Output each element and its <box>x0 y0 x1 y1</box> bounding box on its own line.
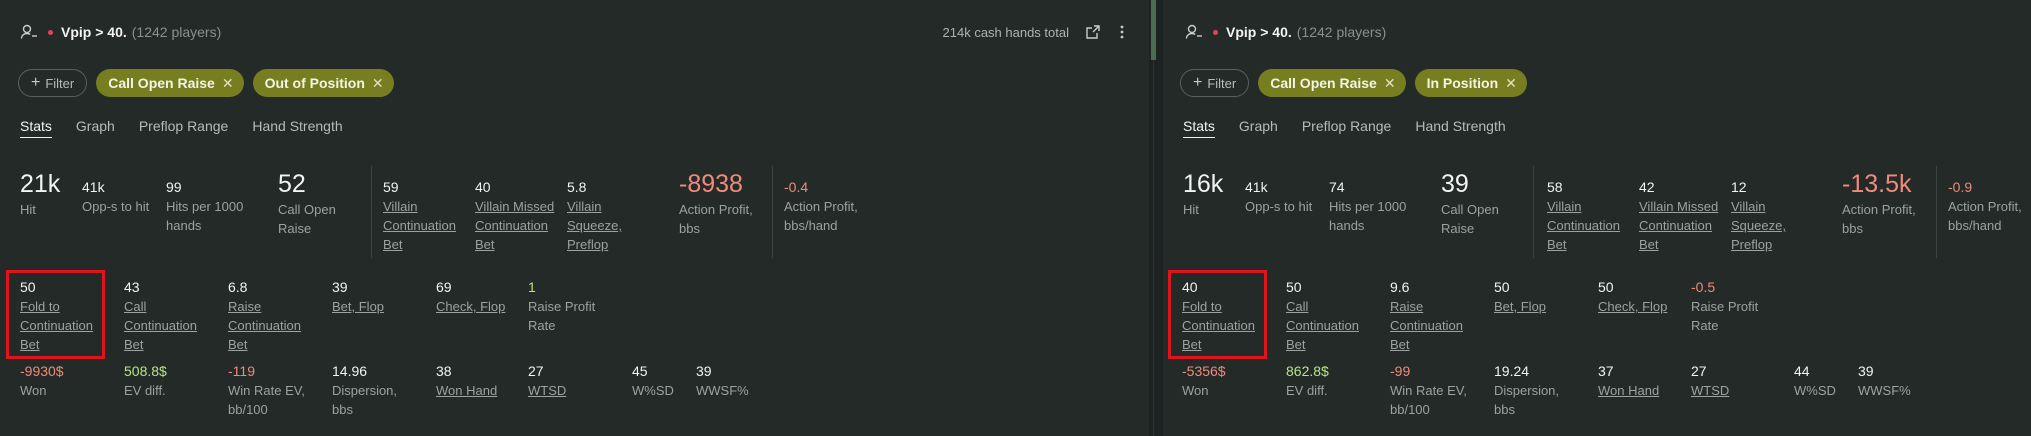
filter-label: Filter <box>1207 75 1237 91</box>
stat-ev-diff: 508.8$ EV diff. <box>124 363 167 398</box>
panel-header: Vpip > 40. (1242 players) <box>20 22 221 42</box>
filter-chips: + Filter Call Open Raise ✕ In Position ✕ <box>1180 69 1527 97</box>
divider <box>1533 166 1534 258</box>
stat-won-hand[interactable]: 38 Won Hand <box>436 362 516 400</box>
stat-w-sd: 45 W%SD <box>632 363 674 398</box>
chip-label: Call Open Raise <box>108 75 215 91</box>
panel-divider[interactable] <box>1149 0 1163 436</box>
stat-action-profit-bbs: -8938 Action Profit, bbs <box>679 170 753 236</box>
stat-win-rate-ev: -119 Win Rate EV, bb/100 <box>228 363 305 417</box>
stat-wtsd[interactable]: 27 WTSD <box>1691 362 1761 400</box>
divider-rule <box>1153 60 1154 436</box>
filter-chip[interactable]: Call Open Raise ✕ <box>1258 69 1406 97</box>
report-panel-right: Vpip > 40. (1242 players) + Filter Call O… <box>1163 0 2031 436</box>
external-link-icon[interactable] <box>1085 24 1101 40</box>
stat-dispersion: 14.96 Dispersion, bbs <box>332 363 398 417</box>
chip-label: Out of Position <box>264 75 365 91</box>
header-actions: 214k cash hands total <box>943 22 1129 42</box>
stat-wwsf: 39 WWSF% <box>696 363 749 398</box>
filter-chip[interactable]: Call Open Raise ✕ <box>96 69 244 97</box>
user-icon <box>1185 24 1202 39</box>
stat-call-continuation-bet[interactable]: 50 Call Continuation Bet <box>1286 278 1366 354</box>
divider <box>772 166 773 258</box>
stat-villain-missed-continuation-bet[interactable]: 40 Villain Missed Continuation Bet <box>475 178 560 254</box>
stat-won: -5356$ Won <box>1182 363 1226 398</box>
stat-fold-to-continuation-bet[interactable]: 40 Fold to Continuation Bet <box>1182 278 1262 354</box>
stat-wtsd[interactable]: 27 WTSD <box>528 362 598 400</box>
stat-call-continuation-bet[interactable]: 43 Call Continuation Bet <box>124 278 204 354</box>
report-title[interactable]: Vpip > 40. <box>61 24 127 40</box>
hands-total: 214k cash hands total <box>942 24 1069 40</box>
stat-hit: 16k Hit <box>1183 170 1224 217</box>
stat-bet-flop[interactable]: 50 Bet, Flop <box>1494 278 1574 316</box>
tab-graph[interactable]: Graph <box>76 118 115 138</box>
stat-bet-flop[interactable]: 39 Bet, Flop <box>332 278 412 316</box>
stat-raise-profit-rate: 1 Raise Profit Rate <box>528 279 596 333</box>
resize-handle[interactable] <box>1151 0 1156 60</box>
stat-villain-squeeze[interactable]: 5.8 Villain Squeeze, Preflop <box>567 178 637 254</box>
tab-bar: Stats Graph Preflop Range Hand Strength <box>1183 118 1506 138</box>
close-icon[interactable]: ✕ <box>372 75 384 92</box>
stat-won-hand[interactable]: 37 Won Hand <box>1598 362 1678 400</box>
divider <box>371 166 372 258</box>
stat-fold-to-continuation-bet[interactable]: 50 Fold to Continuation Bet <box>20 278 100 354</box>
stat-raise-profit-rate: -0.5 Raise Profit Rate <box>1691 279 1759 333</box>
stat-raise-continuation-bet[interactable]: 9.6 Raise Continuation Bet <box>1390 278 1470 354</box>
tab-stats[interactable]: Stats <box>20 118 52 138</box>
stat-opps-to-hit: 41k Opp-s to hit <box>1245 179 1313 214</box>
stat-call-open-raise: 39 Call Open Raise <box>1441 170 1499 236</box>
stat-action-profit-bbs-hand: -0.4 Action Profit, bbs/hand <box>784 179 858 233</box>
tab-hand-strength[interactable]: Hand Strength <box>252 118 342 138</box>
tab-bar: Stats Graph Preflop Range Hand Strength <box>20 118 343 138</box>
stat-check-flop[interactable]: 50 Check, Flop <box>1598 278 1678 316</box>
tab-hand-strength[interactable]: Hand Strength <box>1415 118 1505 138</box>
divider <box>1936 166 1937 258</box>
add-filter-button[interactable]: + Filter <box>1180 69 1250 97</box>
filter-chip[interactable]: Out of Position ✕ <box>252 69 394 97</box>
tab-stats[interactable]: Stats <box>1183 118 1215 138</box>
stat-villain-continuation-bet[interactable]: 58 Villain Continuation Bet <box>1547 178 1632 254</box>
plus-icon: + <box>1193 74 1203 91</box>
stat-win-rate-ev: -99 Win Rate EV, bb/100 <box>1390 363 1467 417</box>
chip-label: Call Open Raise <box>1270 75 1377 91</box>
stat-hits-per-1000: 99 Hits per 1000 hands <box>166 179 244 233</box>
stat-w-sd: 44 W%SD <box>1794 363 1836 398</box>
add-filter-button[interactable]: + Filter <box>18 69 88 97</box>
plus-icon: + <box>31 74 41 91</box>
status-dot <box>1213 29 1218 35</box>
stat-hits-per-1000: 74 Hits per 1000 hands <box>1329 179 1407 233</box>
tab-graph[interactable]: Graph <box>1239 118 1278 138</box>
user-icon <box>20 24 37 39</box>
filter-label: Filter <box>45 75 75 91</box>
close-icon[interactable]: ✕ <box>222 75 234 92</box>
report-panel-left: Vpip > 40. (1242 players) 214k cash hand… <box>0 0 1149 436</box>
players-count: (1242 players) <box>131 24 222 40</box>
stat-dispersion: 19.24 Dispersion, bbs <box>1494 363 1560 417</box>
close-icon[interactable]: ✕ <box>1384 75 1396 92</box>
stat-villain-squeeze[interactable]: 12 Villain Squeeze, Preflop <box>1731 178 1801 254</box>
status-dot <box>48 29 53 35</box>
stat-ev-diff: 862.8$ EV diff. <box>1286 363 1329 398</box>
stat-check-flop[interactable]: 69 Check, Flop <box>436 278 516 316</box>
stat-raise-continuation-bet[interactable]: 6.8 Raise Continuation Bet <box>228 278 308 354</box>
report-title[interactable]: Vpip > 40. <box>1226 24 1292 40</box>
close-icon[interactable]: ✕ <box>1505 75 1517 92</box>
chip-label: In Position <box>1426 75 1499 91</box>
kebab-menu-icon[interactable] <box>1115 24 1129 40</box>
players-count: (1242 players) <box>1296 24 1387 40</box>
stat-won: -9930$ Won <box>20 363 64 398</box>
stat-opps-to-hit: 41k Opp-s to hit <box>82 179 150 214</box>
filter-chip[interactable]: In Position ✕ <box>1414 69 1527 97</box>
stat-villain-continuation-bet[interactable]: 59 Villain Continuation Bet <box>383 178 468 254</box>
stat-hit: 21k Hit <box>20 170 61 217</box>
stat-wwsf: 39 WWSF% <box>1858 363 1911 398</box>
panel-header: Vpip > 40. (1242 players) <box>1185 22 1386 42</box>
tab-preflop-range[interactable]: Preflop Range <box>1302 118 1392 138</box>
filter-chips: + Filter Call Open Raise ✕ Out of Position… <box>18 69 394 97</box>
stat-action-profit-bbs-hand: -0.9 Action Profit, bbs/hand <box>1948 179 2022 233</box>
tab-preflop-range[interactable]: Preflop Range <box>139 118 229 138</box>
stat-villain-missed-continuation-bet[interactable]: 42 Villain Missed Continuation Bet <box>1639 178 1724 254</box>
stat-action-profit-bbs: -13.5k Action Profit, bbs <box>1842 170 1916 236</box>
stat-call-open-raise: 52 Call Open Raise <box>278 170 336 236</box>
